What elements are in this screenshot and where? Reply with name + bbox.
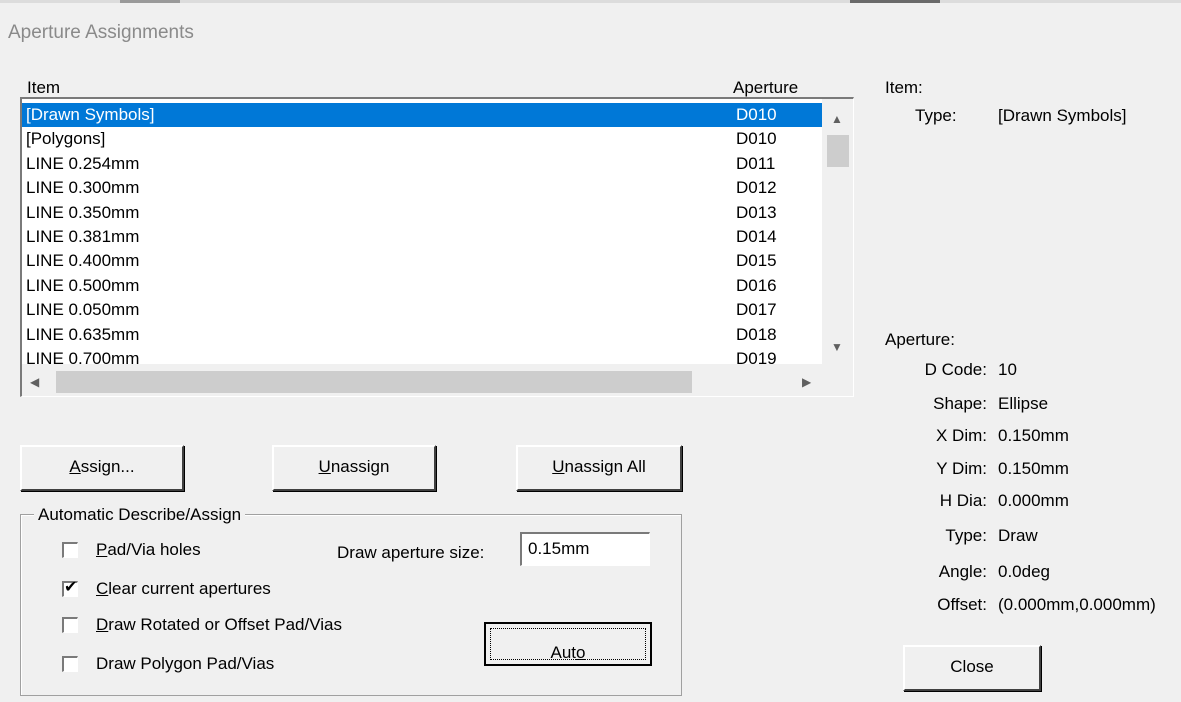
xdim-label: X Dim:	[936, 426, 987, 445]
ydim-label: Y Dim:	[936, 459, 987, 478]
pad-via-holes-mnemonic: P	[96, 540, 108, 559]
scroll-left-icon[interactable]: ◀	[30, 374, 39, 390]
list-item[interactable]: LINE 0.400mm D015	[22, 249, 822, 273]
item-type-label: Type:	[915, 106, 957, 125]
assign-button[interactable]: Assign...	[20, 445, 184, 491]
list-item[interactable]: LINE 0.350mm D013	[22, 201, 822, 225]
unassign-mnemonic: U	[318, 457, 331, 476]
xdim-value: 0.150mm	[998, 426, 1069, 445]
unassign-all-button[interactable]: Unassign All	[516, 445, 682, 491]
draw-rotated-label[interactable]: Draw Rotated or Offset Pad/Vias	[96, 615, 342, 635]
shape-value: Ellipse	[998, 394, 1049, 413]
scroll-up-icon[interactable]: ▲	[831, 111, 843, 127]
item-type-value: [Drawn Symbols]	[998, 106, 1127, 125]
pad-via-holes-label[interactable]: Pad/Via holes	[96, 540, 201, 560]
offset-value: (0.000mm,0.000mm)	[998, 595, 1156, 614]
list-item-name: LINE 0.350mm	[26, 202, 140, 222]
shape-label: Shape:	[933, 394, 987, 413]
item-heading: Item:	[885, 78, 923, 97]
unassign-all-label: nassign All	[564, 457, 646, 476]
list-item-name: LINE 0.500mm	[26, 275, 140, 295]
close-label: Close	[950, 657, 994, 676]
list-item-name: [Drawn Symbols]	[26, 105, 155, 124]
dcode-value: 10	[998, 360, 1017, 379]
vertical-scroll-thumb[interactable]	[827, 135, 849, 167]
list-item-aperture: D013	[736, 202, 777, 222]
angle-label: Angle:	[938, 562, 987, 581]
draw-rotated-mnemonic: D	[96, 615, 109, 634]
list-item-name: LINE 0.050mm	[26, 300, 140, 320]
offset-label: Offset:	[937, 595, 987, 614]
dcode-label: D Code:	[924, 360, 987, 379]
list-item-selected[interactable]: [Drawn Symbols] D010	[22, 103, 822, 128]
aperture-heading: Aperture:	[885, 330, 955, 349]
aperture-list-rows: [Drawn Symbols] D010 [Polygons] D010 LIN…	[22, 103, 822, 364]
close-button[interactable]: Close	[903, 645, 1041, 691]
check-icon: ✔	[64, 579, 78, 596]
auto-button[interactable]: Auto	[484, 622, 652, 666]
scroll-down-icon[interactable]: ▼	[831, 339, 843, 355]
column-header-aperture: Aperture	[733, 78, 799, 97]
window-title: Aperture Assignments	[8, 22, 194, 43]
list-item-aperture: D012	[736, 178, 777, 198]
list-item[interactable]: LINE 0.500mm D016	[22, 274, 822, 298]
focus-rectangle	[490, 628, 646, 660]
draw-polygon-label[interactable]: Draw Polygon Pad/Vias	[96, 654, 274, 674]
list-item[interactable]: LINE 0.254mm D011	[22, 152, 822, 176]
ydim-value: 0.150mm	[998, 459, 1069, 478]
unassign-all-mnemonic: U	[552, 457, 565, 476]
scroll-right-icon[interactable]: ▶	[802, 374, 811, 390]
draw-aperture-size-input[interactable]: 0.15mm	[520, 532, 650, 566]
hdia-label: H Dia:	[939, 491, 987, 510]
clear-current-mnemonic: C	[96, 579, 109, 598]
pad-via-holes-text: ad/Via holes	[107, 540, 201, 559]
unassign-button[interactable]: Unassign	[272, 445, 436, 491]
window-edge-mark	[120, 0, 180, 3]
unassign-label: nassign	[330, 457, 390, 476]
list-item-name: LINE 0.635mm	[26, 324, 140, 344]
aperture-type-value: Draw	[998, 526, 1038, 545]
list-item-name: LINE 0.254mm	[26, 153, 140, 173]
list-item[interactable]: LINE 0.381mm D014	[22, 225, 822, 249]
list-item-name: LINE 0.381mm	[26, 226, 140, 246]
list-item[interactable]: LINE 0.300mm D012	[22, 176, 822, 200]
list-item[interactable]: LINE 0.050mm D017	[22, 298, 822, 322]
aperture-type-label: Type:	[945, 526, 987, 545]
angle-value: 0.0deg	[998, 562, 1050, 581]
list-item-aperture: D017	[736, 300, 777, 320]
list-item-name: LINE 0.400mm	[26, 251, 140, 271]
clear-current-text: lear current apertures	[108, 579, 271, 598]
hdia-value: 0.000mm	[998, 491, 1069, 510]
column-header-item: Item	[27, 78, 61, 97]
list-item[interactable]: [Polygons] D010	[22, 127, 822, 151]
list-item-aperture: D010	[736, 105, 777, 124]
list-item-aperture: D011	[736, 153, 776, 173]
list-item-name: [Polygons]	[26, 129, 106, 149]
aperture-list[interactable]: [Drawn Symbols] D010 [Polygons] D010 LIN…	[20, 97, 854, 397]
list-item[interactable]: LINE 0.700mm D019	[22, 347, 822, 364]
draw-rotated-text: raw Rotated or Offset Pad/Vias	[108, 615, 342, 634]
list-item-aperture: D018	[736, 324, 777, 344]
assign-label: ssign...	[80, 457, 135, 476]
assign-mnemonic: A	[69, 457, 81, 476]
list-item[interactable]: LINE 0.635mm D018	[22, 323, 822, 347]
horizontal-scroll-thumb[interactable]	[56, 371, 692, 393]
list-item-aperture: D016	[736, 275, 777, 295]
auto-describe-group-title: Automatic Describe/Assign	[34, 505, 246, 525]
window-edge-mark	[850, 0, 940, 3]
list-item-aperture: D010	[736, 129, 777, 149]
pad-via-holes-checkbox[interactable]	[62, 542, 78, 558]
clear-current-apertures-checkbox[interactable]: ✔	[62, 579, 78, 597]
list-item-aperture: D019	[736, 348, 777, 364]
clear-current-apertures-label[interactable]: Clear current apertures	[96, 579, 271, 599]
horizontal-scrollbar[interactable]: ◀ ▶	[22, 364, 853, 396]
draw-rotated-checkbox[interactable]	[62, 617, 78, 633]
list-item-aperture: D015	[736, 251, 777, 271]
draw-polygon-checkbox[interactable]	[62, 656, 78, 672]
list-item-aperture: D014	[736, 226, 777, 246]
vertical-scrollbar[interactable]: ▲ ▼	[822, 99, 853, 364]
list-item-name: LINE 0.300mm	[26, 178, 140, 198]
draw-aperture-size-label: Draw aperture size:	[337, 543, 485, 562]
list-item-name: LINE 0.700mm	[26, 348, 140, 364]
